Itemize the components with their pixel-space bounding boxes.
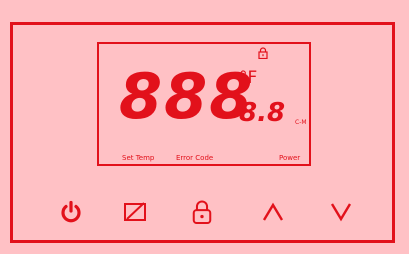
up-arrow-icon xyxy=(262,202,284,221)
lcd-display: 888 °F 8.8 C-M Set Temp Error Code Power xyxy=(97,42,311,166)
power-label: Power xyxy=(279,154,301,162)
power-button[interactable] xyxy=(57,198,85,226)
lock-indicator-icon xyxy=(258,47,268,59)
mode-icon xyxy=(124,202,146,221)
temperature-unit: °F xyxy=(239,68,258,88)
main-temperature-readout: 888 xyxy=(119,60,255,133)
down-button[interactable] xyxy=(327,198,355,226)
lock-button[interactable] xyxy=(188,198,216,226)
power-icon xyxy=(61,200,81,223)
error-code-label: Error Code xyxy=(176,154,214,162)
up-button[interactable] xyxy=(259,198,287,226)
mode-button[interactable] xyxy=(121,198,149,226)
down-arrow-icon xyxy=(330,203,352,222)
set-temp-label: Set Temp xyxy=(122,154,155,162)
secondary-readout: 8.8 xyxy=(239,98,286,128)
secondary-unit: C-M xyxy=(295,119,307,126)
lock-icon xyxy=(192,200,212,225)
